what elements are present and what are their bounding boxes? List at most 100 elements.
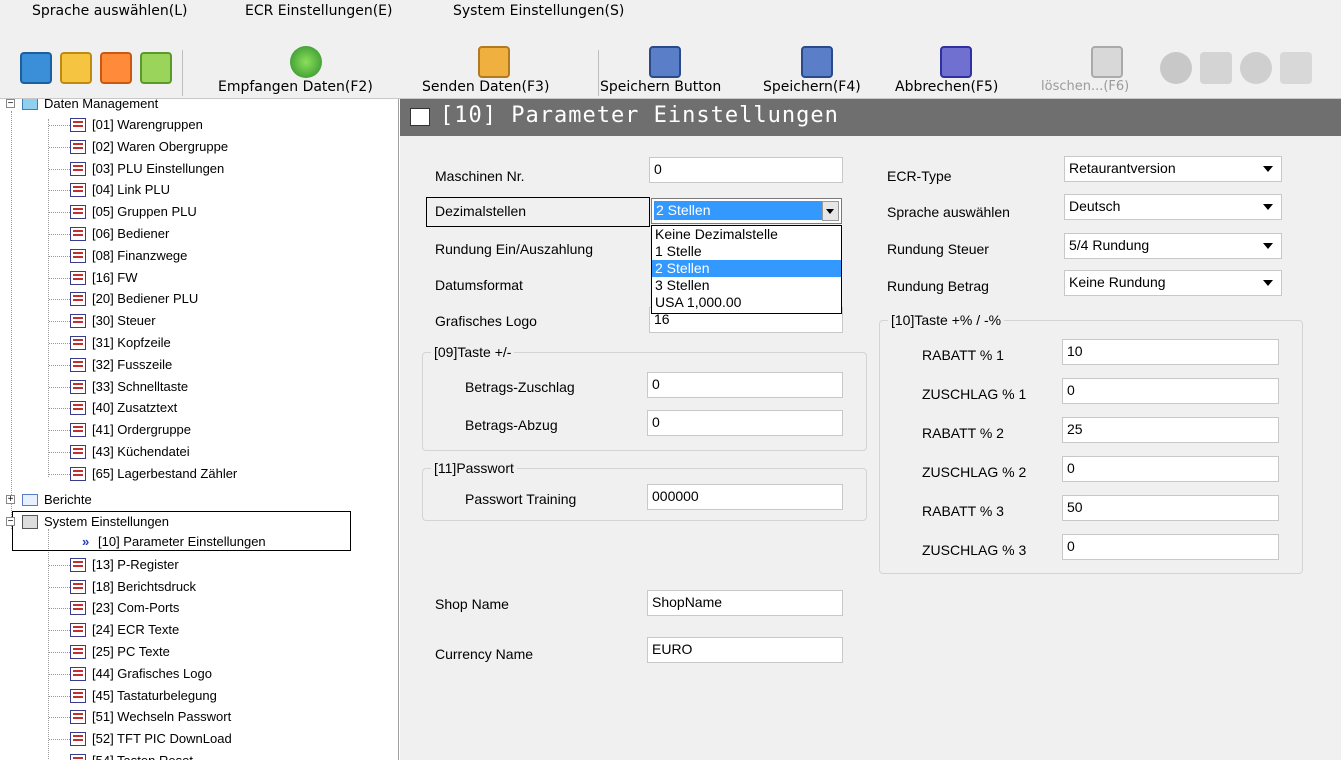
grid-icon	[410, 108, 430, 126]
rundung-betrag-select[interactable]: Keine Rundung	[1064, 270, 1282, 296]
tree-label: [05] Gruppen PLU	[92, 204, 197, 220]
report-icon	[22, 494, 38, 506]
parameter-panel: [10] Parameter Einstellungen Maschinen N…	[400, 99, 1341, 760]
percent-input[interactable]: 10	[1062, 339, 1279, 365]
save-disk-icon[interactable]	[649, 46, 681, 78]
table-icon	[70, 466, 86, 481]
delete-button[interactable]: löschen...(F6)	[1041, 79, 1129, 94]
menu-bar: Sprache auswählen(L) ECR Einstellungen(E…	[0, 0, 1341, 22]
group-title: [09]Taste +/-	[431, 344, 515, 360]
sprache-select[interactable]: Deutsch	[1064, 194, 1282, 220]
info-icon[interactable]	[20, 52, 52, 84]
table-icon	[70, 248, 86, 263]
search-icon[interactable]	[1200, 52, 1232, 84]
dropdown-option[interactable]: USA 1,000.00	[652, 294, 841, 311]
rundung-betrag-value: Keine Rundung	[1069, 274, 1166, 290]
tree-label: [51] Wechseln Passwort	[92, 709, 232, 725]
send-button[interactable]: Senden Daten(F3)	[422, 79, 549, 95]
maschinen-input[interactable]: 0	[649, 157, 843, 183]
selected-arrow-icon: »	[82, 534, 90, 549]
ecr-type-select[interactable]: Retaurantversion	[1064, 156, 1282, 182]
tree-label: [31] Kopfzeile	[92, 335, 171, 350]
chevron-down-icon[interactable]	[1263, 243, 1273, 249]
save-button[interactable]: Speichern(F4)	[763, 79, 861, 95]
table-icon	[70, 205, 86, 220]
table-icon	[70, 754, 86, 760]
menu-ecr-einstellungen[interactable]: ECR Einstellungen(E)	[245, 3, 392, 19]
tree-label: [02] Waren Obergruppe	[92, 138, 229, 154]
dropdown-option[interactable]: 3 Stellen	[652, 277, 841, 294]
abzug-input[interactable]: 0	[647, 410, 843, 436]
dropdown-option[interactable]: 1 Stelle	[652, 243, 841, 260]
rundung-steuer-select[interactable]: 5/4 Rundung	[1064, 233, 1282, 259]
table-icon	[70, 601, 86, 616]
percent-label: ZUSCHLAG % 3	[922, 542, 1027, 558]
tree-label: [41] Ordergruppe	[92, 422, 192, 438]
chevron-down-icon[interactable]	[822, 201, 839, 221]
tree-label: [18] Berichtsdruck	[92, 578, 197, 594]
chevron-down-icon[interactable]	[1263, 204, 1273, 210]
percent-input[interactable]: 0	[1062, 378, 1279, 404]
chevron-down-icon[interactable]	[1263, 166, 1273, 172]
tree-label: [08] Finanzwege	[92, 247, 188, 263]
navigation-tree: − Daten Management + Berichte − System E…	[0, 99, 399, 760]
percent-input[interactable]: 0	[1062, 456, 1279, 482]
tree-label: [03] PLU Einstellungen	[92, 160, 225, 176]
zuschlag-input[interactable]: 0	[647, 372, 843, 398]
shop-name-label: Shop Name	[435, 596, 509, 612]
chevron-down-icon[interactable]	[1263, 280, 1273, 286]
tree-label: System Einstellungen	[44, 514, 170, 529]
abzug-label: Betrags-Abzug	[465, 417, 558, 433]
logo-label: Grafisches Logo	[435, 313, 537, 329]
tree-label: [04] Link PLU	[92, 182, 171, 198]
tree-label: [52] TFT PIC DownLoad	[92, 731, 232, 747]
expand-icon[interactable]: +	[6, 495, 15, 505]
dropdown-option[interactable]: Keine Dezimalstelle	[652, 226, 841, 243]
collapse-icon[interactable]: −	[6, 99, 15, 109]
menu-system-einstellungen[interactable]: System Einstellungen(S)	[453, 3, 624, 19]
table-icon	[70, 292, 86, 307]
checklist-icon[interactable]	[60, 52, 92, 84]
currency-name-label: Currency Name	[435, 646, 534, 662]
currency-name-input[interactable]: EURO	[647, 637, 843, 663]
zuschlag-label: Betrags-Zuschlag	[465, 379, 575, 395]
taste-plusminus-group: [09]Taste +/-	[422, 344, 867, 451]
table-icon	[70, 445, 86, 459]
percent-input[interactable]: 25	[1062, 417, 1279, 443]
percent-input[interactable]: 0	[1062, 534, 1279, 560]
menu-sprache[interactable]: Sprache auswählen(L)	[32, 3, 188, 19]
table-icon	[70, 270, 86, 285]
percent-label: RABATT % 1	[922, 347, 1004, 363]
save-button-button[interactable]: Speichern Button	[600, 79, 721, 95]
passwort-label: Passwort Training	[465, 491, 577, 507]
cancel-icon[interactable]	[940, 46, 972, 78]
percent-input[interactable]: 50	[1062, 495, 1279, 521]
table-icon	[70, 623, 86, 638]
tree-label: Daten Management	[44, 99, 159, 111]
delete-icon[interactable]	[1091, 46, 1123, 78]
chart-icon[interactable]	[100, 52, 132, 84]
shop-name-input[interactable]: ShopName	[647, 590, 843, 616]
tree-label: [45] Tastaturbelegung	[92, 687, 217, 703]
table-icon	[70, 379, 86, 394]
save-disk-icon-2[interactable]	[801, 46, 833, 78]
dropdown-option-selected[interactable]: 2 Stellen	[652, 260, 841, 277]
erase-icon[interactable]	[1240, 52, 1272, 84]
list-icon[interactable]	[140, 52, 172, 84]
table-icon	[70, 579, 86, 594]
tree-label: [25] PC Texte	[92, 644, 170, 659]
tree-label: [01] Warengruppen	[92, 117, 203, 132]
collapse-icon[interactable]: −	[6, 517, 15, 527]
tree-label: [32] Fusszeile	[92, 356, 173, 372]
passwort-input[interactable]: 000000	[647, 484, 843, 510]
table-icon	[70, 732, 86, 747]
receive-button[interactable]: Empfangen Daten(F2)	[218, 79, 373, 95]
receive-icon[interactable]	[290, 46, 322, 78]
dezimal-select[interactable]: 2 Stellen	[651, 198, 842, 224]
dezimal-dropdown-list: Keine Dezimalstelle 1 Stelle 2 Stellen 3…	[651, 225, 842, 314]
cancel-button[interactable]: Abbrechen(F5)	[895, 79, 998, 95]
export-icon[interactable]	[1280, 52, 1312, 84]
close-icon[interactable]	[1160, 52, 1192, 84]
send-icon[interactable]	[478, 46, 510, 78]
group-title: [10]Taste +% / -%	[888, 312, 1005, 328]
